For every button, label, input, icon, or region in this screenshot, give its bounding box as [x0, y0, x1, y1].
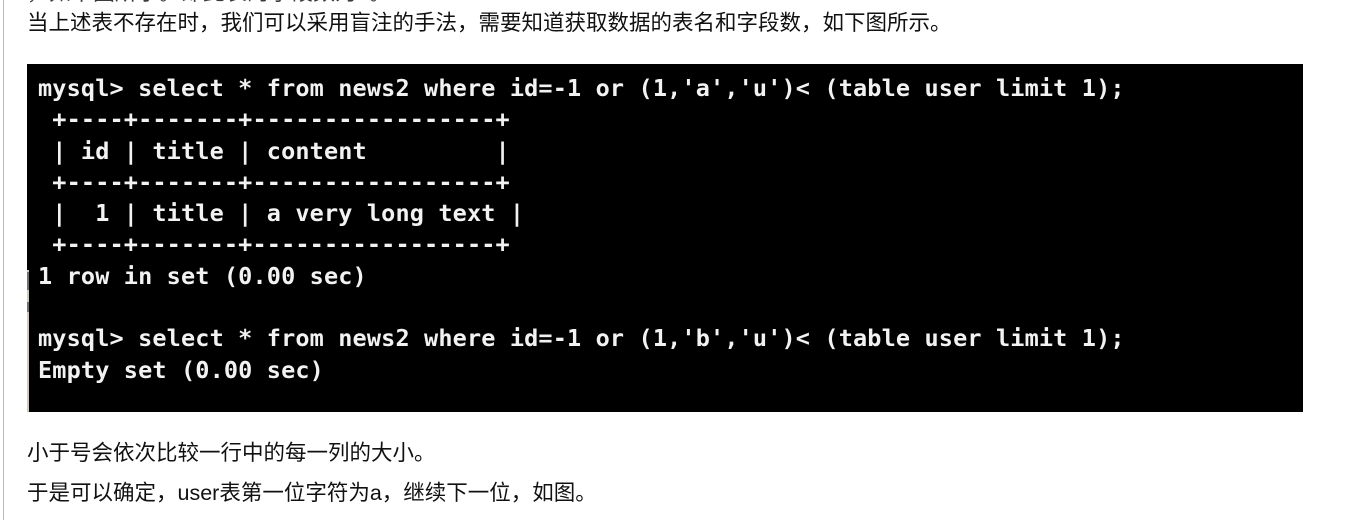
clipped-previous-paragraph: ，如下图所示。即此表的字段数为3。 [27, 0, 1317, 6]
outro-line-1: 小于号会依次比较一行中的每一列的大小。 [27, 441, 436, 465]
page-left-margin-rule [3, 0, 4, 520]
outro-line-2: 于是可以确定，user表第一位字符为a，继续下一位，如图。 [27, 481, 597, 505]
scrollbar-track[interactable] [27, 270, 29, 412]
intro-paragraph: 当上述表不存在时，我们可以采用盲注的手法，需要知道获取数据的表名和字段数，如下图… [27, 11, 952, 35]
terminal-window: mysql> select * from news2 where id=-1 o… [27, 64, 1303, 412]
terminal-output: mysql> select * from news2 where id=-1 o… [38, 74, 1125, 384]
scrollbar-thumb[interactable] [27, 272, 29, 290]
scrollbar-thumb-secondary[interactable] [27, 302, 29, 312]
